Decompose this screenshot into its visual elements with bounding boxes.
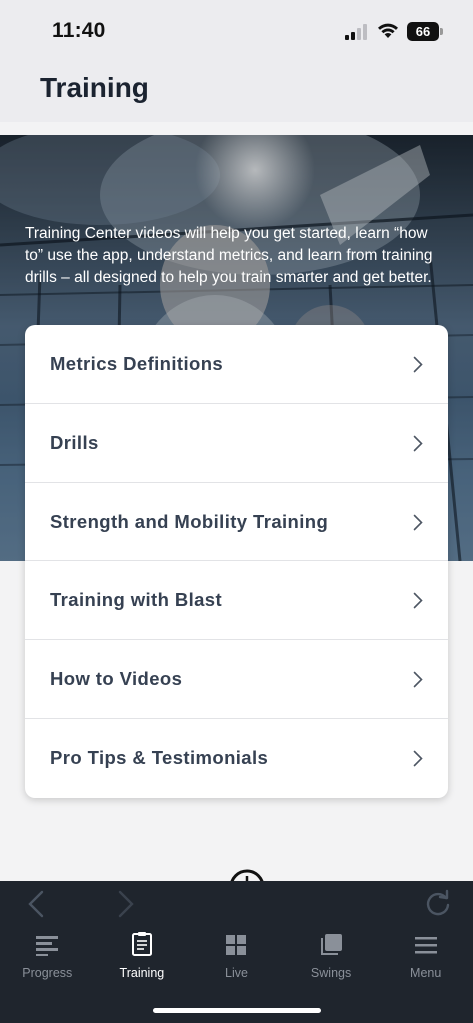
chevron-right-icon — [413, 593, 423, 609]
tab-label: Live — [225, 966, 248, 980]
clipboard-icon — [131, 932, 152, 956]
menu-item-strength-mobility[interactable]: Strength and Mobility Training — [25, 483, 448, 562]
hamburger-menu-icon — [414, 937, 437, 954]
page-title: Training — [40, 72, 149, 103]
tab-label: Progress — [22, 966, 73, 980]
chevron-right-icon — [413, 356, 423, 373]
menu-item-training-with-blast[interactable]: Training with Blast — [25, 561, 448, 641]
wifi-icon — [378, 23, 398, 38]
menu-item-label: Strength and Mobility Training — [50, 510, 329, 532]
tab-label: Training — [119, 966, 165, 980]
chevron-right-icon — [413, 514, 423, 530]
menu-item-label: How to Videos — [50, 668, 183, 690]
training-screen: 11:40 66 Training Training Center videos… — [0, 0, 473, 1023]
menu-item-label: Metrics Definitions — [50, 353, 224, 374]
chevron-right-icon — [413, 750, 423, 767]
status-time: 11:40 — [52, 19, 106, 42]
battery-icon: 66 — [407, 22, 443, 41]
menu-item-label: Training with Blast — [50, 589, 223, 611]
chevron-right-icon — [413, 435, 423, 452]
tab-bar: Progress Training Live Swings Menu — [0, 929, 473, 985]
tab-menu[interactable]: Menu — [378, 929, 473, 985]
menu-item-drills[interactable]: Drills — [25, 404, 448, 483]
live-grid-icon — [226, 935, 247, 955]
tab-live[interactable]: Live — [189, 929, 284, 985]
status-bar: 11:40 66 — [0, 0, 473, 60]
bottom-toolbar: Progress Training Live Swings Menu — [0, 881, 473, 1023]
progress-icon — [36, 936, 59, 956]
back-arrow-icon[interactable] — [24, 889, 48, 919]
home-indicator[interactable] — [153, 1008, 321, 1013]
forward-arrow-icon[interactable] — [114, 889, 138, 919]
menu-item-label: Pro Tips & Testimonials — [50, 746, 269, 768]
chevron-right-icon — [413, 671, 423, 688]
nav-header: Training — [0, 60, 473, 122]
menu-item-how-to-videos[interactable]: How to Videos — [25, 640, 448, 719]
tab-label: Menu — [410, 966, 442, 980]
tab-swings[interactable]: Swings — [284, 929, 379, 985]
tab-progress[interactable]: Progress — [0, 929, 95, 985]
battery-level: 66 — [415, 24, 431, 39]
refresh-icon[interactable] — [424, 889, 452, 919]
menu-item-pro-tips[interactable]: Pro Tips & Testimonials — [25, 719, 448, 798]
cellular-signal-icon — [345, 24, 367, 40]
menu-item-label: Drills — [50, 431, 99, 453]
training-menu-card: Metrics Definitions Drills Strength and … — [25, 325, 448, 798]
swings-stack-icon — [321, 934, 343, 955]
menu-item-metrics-definitions[interactable]: Metrics Definitions — [25, 325, 448, 404]
tab-training[interactable]: Training — [95, 929, 190, 985]
tab-label: Swings — [310, 966, 352, 980]
hero-description: Training Center videos will help you get… — [25, 225, 433, 286]
